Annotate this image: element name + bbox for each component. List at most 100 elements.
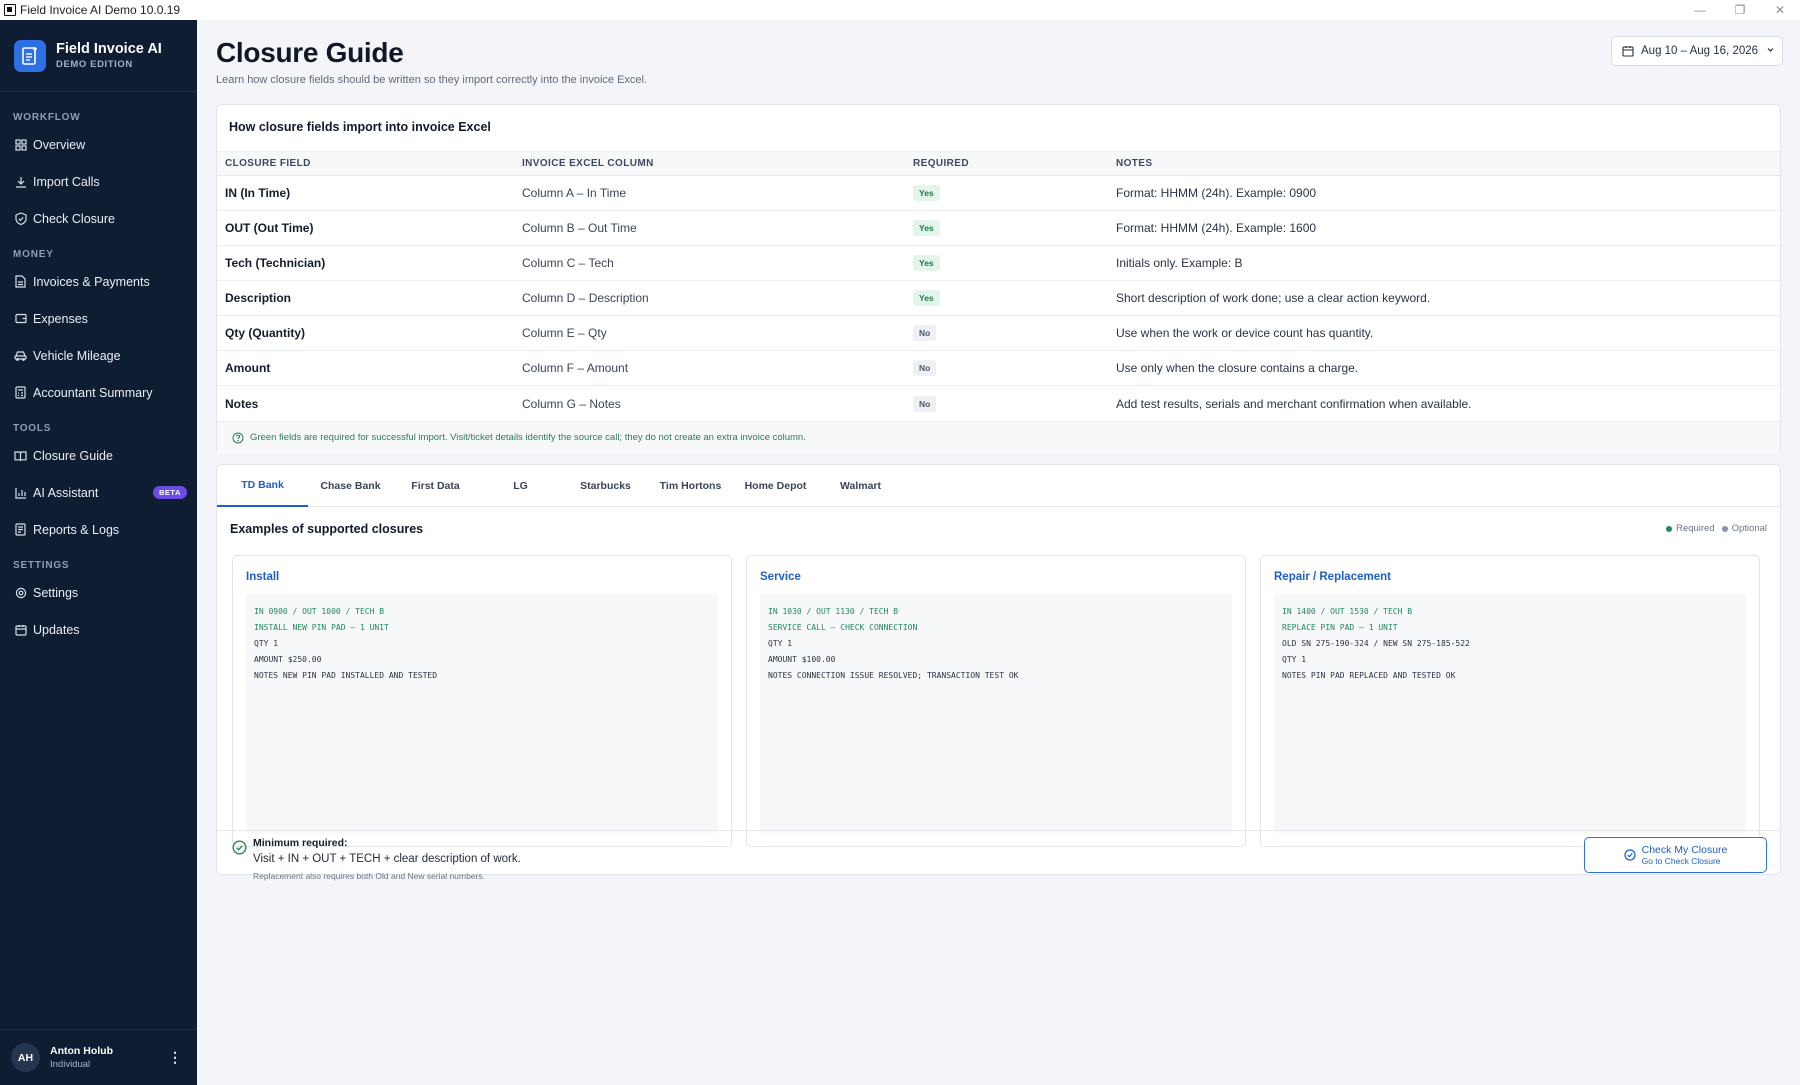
excel-column: Column D – Description xyxy=(522,291,649,305)
chevron-down-icon xyxy=(1766,45,1775,57)
restore-icon[interactable]: ❐ xyxy=(1720,0,1760,20)
brand[interactable]: Field Invoice AI DEMO EDITION xyxy=(0,20,197,92)
sidebar-item-label: Settings xyxy=(33,585,79,600)
document-icon xyxy=(14,275,27,288)
nav-section-workflow: WORKFLOW xyxy=(13,112,81,123)
examples-title: Examples of supported closures xyxy=(230,522,424,536)
examples-card: TD Bank Chase Bank First Data LG Starbuc… xyxy=(216,464,1781,881)
user-role: Individual xyxy=(50,1059,91,1070)
sidebar-item-check-closure[interactable]: Check Closure xyxy=(0,200,197,237)
sidebar-item-reports-logs[interactable]: Reports & Logs xyxy=(0,511,197,548)
minimum-subtext: Replacement also requires both Old and N… xyxy=(253,871,485,881)
sidebar-item-closure-guide[interactable]: Closure Guide xyxy=(0,437,197,474)
example-code: IN 1400 / OUT 1530 / TECH B REPLACE PIN … xyxy=(1274,594,1746,833)
table-row: Tech (Technician) Column C – Tech Yes In… xyxy=(217,246,1780,281)
sidebar-item-overview[interactable]: Overview xyxy=(0,126,197,163)
excel-column: Column G – Notes xyxy=(522,396,621,411)
sidebar-item-label: AI Assistant xyxy=(33,485,99,500)
sidebar-item-settings[interactable]: Settings xyxy=(0,574,197,611)
tab-td-bank[interactable]: TD Bank xyxy=(217,465,308,507)
sidebar-item-updates[interactable]: Updates xyxy=(0,611,197,648)
window-title: Field Invoice AI Demo 10.0.19 xyxy=(20,3,181,17)
code-line: QTY 1 xyxy=(768,639,793,648)
info-icon xyxy=(232,432,244,444)
closure-field: Amount xyxy=(225,361,271,375)
tab-first-data[interactable]: First Data xyxy=(393,465,478,507)
code-line: IN 0900 / OUT 1000 / TECH B xyxy=(254,607,385,616)
column-header: CLOSURE FIELD xyxy=(225,158,311,169)
user-profile[interactable]: AH Anton Holub Individual ⋮ xyxy=(0,1029,197,1085)
table-row: Amount Column F – Amount No Use only whe… xyxy=(217,351,1780,386)
code-line: AMOUNT $100.00 xyxy=(768,655,836,664)
table-row: IN (In Time) Column A – In Time Yes Form… xyxy=(217,176,1780,211)
date-range-picker[interactable]: Aug 10 – Aug 16, 2026 xyxy=(1611,36,1783,66)
check-my-closure-button[interactable]: Check My Closure Go to Check Closure xyxy=(1584,837,1767,873)
code-line: IN 1030 / OUT 1130 / TECH B xyxy=(768,607,899,616)
required-badge: No xyxy=(913,395,937,412)
required-badge: No xyxy=(913,360,937,376)
excel-column: Column C – Tech xyxy=(522,256,614,270)
window-controls: — ❐ ✕ xyxy=(1680,0,1800,20)
card-title: How closure fields import into invoice E… xyxy=(229,120,491,134)
table-row: OUT (Out Time) Column B – Out Time Yes F… xyxy=(217,211,1780,246)
code-line: NOTES CONNECTION ISSUE RESOLVED; TRANSAC… xyxy=(768,671,1019,680)
tab-starbucks[interactable]: Starbucks xyxy=(563,465,648,507)
tab-walmart[interactable]: Walmart xyxy=(818,465,903,507)
field-notes: Add test results, serials and merchant c… xyxy=(1116,396,1472,411)
required-dot-icon xyxy=(1666,525,1673,532)
sidebar-item-import-calls[interactable]: Import Calls xyxy=(0,163,197,200)
tab-tim-hortons[interactable]: Tim Hortons xyxy=(648,465,733,507)
example-name: Repair / Replacement xyxy=(1274,571,1391,583)
closure-field: OUT (Out Time) xyxy=(225,221,314,235)
closure-field: Description xyxy=(225,291,292,305)
excel-column: Column B – Out Time xyxy=(522,221,637,235)
tab-chase-bank[interactable]: Chase Bank xyxy=(308,465,393,507)
excel-column: Column A – In Time xyxy=(522,186,627,200)
sidebar-item-expenses[interactable]: Expenses xyxy=(0,300,197,337)
required-badge: Yes xyxy=(913,255,940,271)
sidebar-item-label: Invoices & Payments xyxy=(33,274,150,289)
sidebar-item-accountant-summary[interactable]: Accountant Summary xyxy=(0,374,197,411)
required-badge: Yes xyxy=(913,290,940,306)
divider xyxy=(217,830,1780,831)
import-footnote: Green fields are required for successful… xyxy=(217,421,1780,453)
page-title: Closure Guide xyxy=(216,37,404,68)
nav-section-money: MONEY xyxy=(13,249,54,260)
column-header: NOTES xyxy=(1116,158,1153,169)
code-line: OLD SN 275-190-324 / NEW SN 275-185-522 xyxy=(1282,639,1470,648)
minimize-icon[interactable]: — xyxy=(1680,0,1720,20)
check-button-label: Check My Closure xyxy=(1641,844,1728,856)
report-icon xyxy=(14,523,27,536)
sidebar-item-vehicle-mileage[interactable]: Vehicle Mileage xyxy=(0,337,197,374)
excel-column: Column E – Qty xyxy=(522,326,607,340)
sidebar-item-label: Import Calls xyxy=(33,174,100,189)
example-card-install: Install IN 0900 / OUT 1000 / TECH B INST… xyxy=(232,555,732,847)
sidebar-item-label: Closure Guide xyxy=(33,448,113,463)
sidebar-item-label: Vehicle Mileage xyxy=(33,348,121,363)
shield-check-icon xyxy=(14,212,27,225)
nav-section-tools: TOOLS xyxy=(13,423,52,434)
close-icon[interactable]: ✕ xyxy=(1760,0,1800,20)
legend-optional: Optional xyxy=(1731,523,1767,534)
more-vertical-icon[interactable]: ⋮ xyxy=(168,1050,182,1064)
table-row: Notes Column G – Notes No Add test resul… xyxy=(217,386,1780,421)
beta-badge: BETA xyxy=(153,486,187,499)
example-code: IN 0900 / OUT 1000 / TECH B INSTALL NEW … xyxy=(246,594,718,833)
sidebar-item-label: Accountant Summary xyxy=(33,385,153,400)
app-icon xyxy=(4,4,16,16)
download-icon xyxy=(14,175,27,188)
calculator-icon xyxy=(14,386,27,399)
check-button-sublabel: Go to Check Closure xyxy=(1641,856,1721,866)
sidebar-item-label: Check Closure xyxy=(33,211,115,226)
sidebar-item-invoices-payments[interactable]: Invoices & Payments xyxy=(0,263,197,300)
optional-dot-icon xyxy=(1721,525,1728,532)
code-line: INSTALL NEW PIN PAD – 1 UNIT xyxy=(254,623,389,632)
tab-home-depot[interactable]: Home Depot xyxy=(733,465,818,507)
column-header: REQUIRED xyxy=(913,158,969,169)
legend: Required Optional xyxy=(1666,523,1767,534)
required-badge: Yes xyxy=(913,220,940,236)
tab-lg[interactable]: LG xyxy=(478,465,563,507)
brand-edition: DEMO EDITION xyxy=(56,59,133,70)
nav-section-settings: SETTINGS xyxy=(13,560,70,571)
sidebar-item-ai-assistant[interactable]: AI Assistant BETA xyxy=(0,474,197,511)
